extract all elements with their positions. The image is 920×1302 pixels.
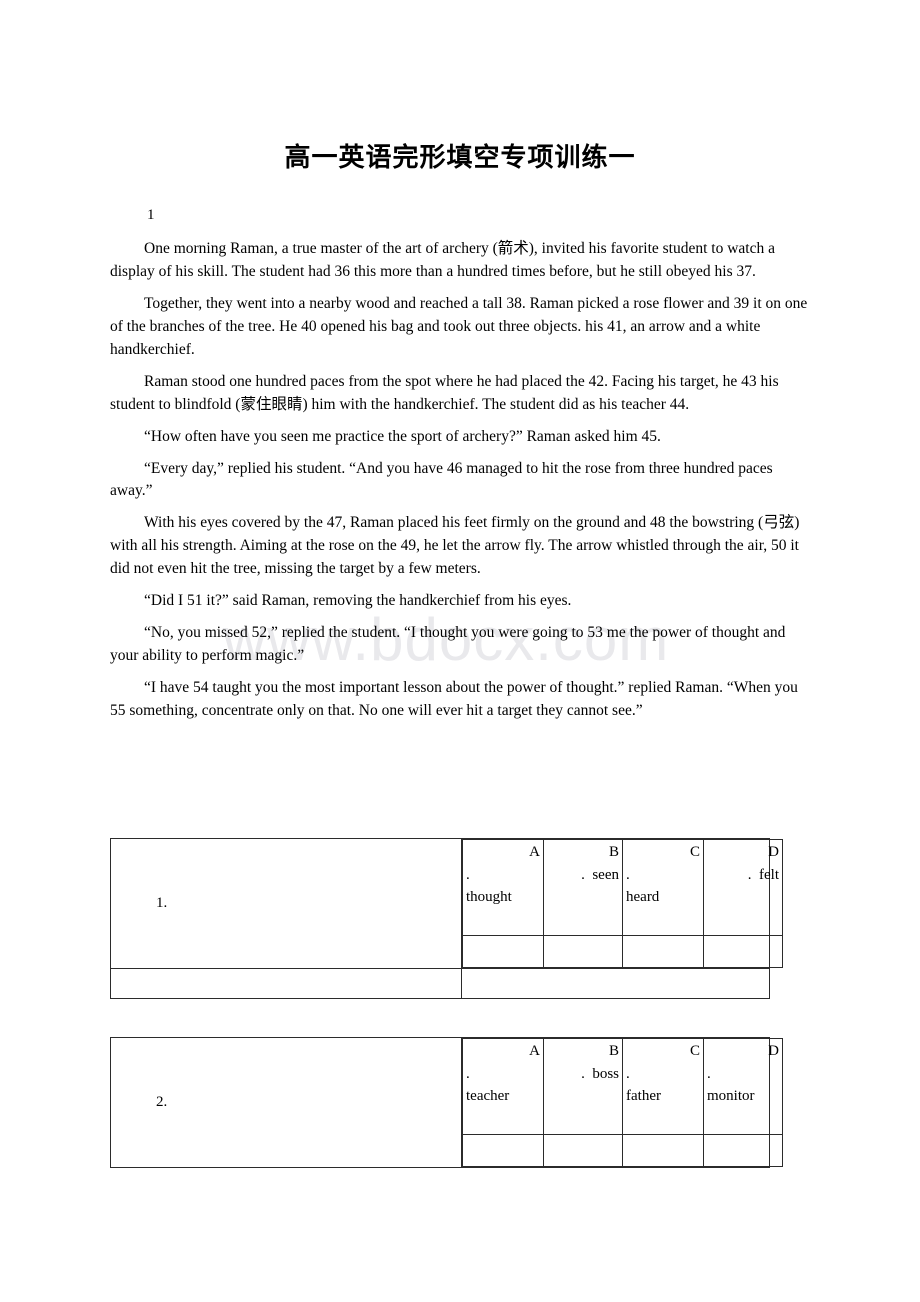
- document-page: www.bdocx.com 高一英语完形填空专项训练一 1 One mornin…: [0, 0, 920, 1302]
- paragraph: “No, you missed 52,” replied the student…: [110, 624, 786, 665]
- question-number-cell: 2.: [110, 1037, 462, 1168]
- option-b-dot: .: [581, 1065, 585, 1082]
- option-b-cell[interactable]: B . boss: [543, 1038, 623, 1135]
- answer-row: [462, 1134, 783, 1167]
- options-table: A . thought B . seen C . heard D . felt: [462, 839, 783, 968]
- option-c-dot: .: [626, 866, 630, 883]
- option-d-letter: D: [768, 1043, 779, 1059]
- option-a-text: thought: [466, 889, 512, 905]
- table-row: 1. A . thought B . seen C . heard D . fe…: [110, 838, 783, 969]
- answer-cell-c[interactable]: [622, 935, 704, 968]
- answer-cell-b[interactable]: [543, 935, 623, 968]
- answer-cell-a[interactable]: [462, 1134, 544, 1167]
- options-cell: A . teacher B . boss C . father D . moni…: [461, 1037, 783, 1168]
- option-c-cell[interactable]: C . heard: [622, 839, 704, 936]
- paragraph: Raman stood one hundred paces from the s…: [110, 372, 779, 413]
- option-c-letter: C: [689, 1043, 700, 1059]
- answer-cell-a[interactable]: [462, 935, 544, 968]
- footer-cell-right: [461, 968, 770, 999]
- answer-cell-d[interactable]: [703, 1134, 783, 1167]
- option-b-letter: B: [608, 844, 619, 860]
- option-c-text: father: [626, 1088, 661, 1104]
- option-a-cell[interactable]: A . thought: [462, 839, 544, 936]
- option-c-text: heard: [626, 889, 660, 905]
- option-a-letter: A: [529, 1043, 540, 1059]
- table-row: 2. A . teacher B . boss C . father D . m…: [110, 1037, 783, 1168]
- answer-cell-c[interactable]: [622, 1134, 704, 1167]
- question-table-1: 1. A . thought B . seen C . heard D . fe…: [110, 838, 783, 999]
- section-number: 1: [147, 207, 155, 223]
- option-d-cell[interactable]: D . felt: [703, 839, 783, 936]
- option-b-cell[interactable]: B . seen: [543, 839, 623, 936]
- option-a-dot: .: [466, 866, 470, 883]
- options-row: A . thought B . seen C . heard D . felt: [462, 839, 783, 936]
- answer-cell-b[interactable]: [543, 1134, 623, 1167]
- options-cell: A . thought B . seen C . heard D . felt: [461, 838, 783, 969]
- option-a-cell[interactable]: A . teacher: [462, 1038, 544, 1135]
- option-d-dot: .: [747, 866, 752, 883]
- option-d-dot: .: [707, 1065, 711, 1082]
- paragraph: One morning Raman, a true master of the …: [110, 240, 775, 280]
- passage-body: One morning Raman, a true master of the …: [110, 238, 810, 732]
- option-b-text-line: . seen: [547, 864, 619, 887]
- footer-cell-left: [110, 968, 462, 999]
- option-b-letter: B: [608, 1043, 619, 1059]
- option-c-cell[interactable]: C . father: [622, 1038, 704, 1135]
- question-number-cell: 1.: [110, 838, 462, 969]
- option-d-text: monitor: [707, 1088, 755, 1104]
- answer-row: [462, 935, 783, 968]
- option-b-text: seen: [592, 866, 619, 883]
- option-a-dot: .: [466, 1065, 470, 1082]
- question-table-2: 2. A . teacher B . boss C . father D . m…: [110, 1037, 783, 1168]
- option-c-dot: .: [626, 1065, 630, 1082]
- paragraph: With his eyes covered by the 47, Raman p…: [110, 514, 800, 578]
- option-d-text: felt: [759, 866, 779, 883]
- option-b-text-line: . boss: [547, 1063, 619, 1086]
- option-d-letter: D: [768, 844, 779, 860]
- option-b-text: boss: [592, 1065, 619, 1082]
- paragraph: “How often have you seen me practice the…: [144, 427, 661, 445]
- option-a-letter: A: [529, 844, 540, 860]
- table-footer-row: [110, 968, 770, 999]
- options-row: A . teacher B . boss C . father D . moni…: [462, 1038, 783, 1135]
- option-a-text: teacher: [466, 1088, 510, 1104]
- paragraph: “I have 54 taught you the most important…: [110, 679, 798, 719]
- option-d-text-line: . felt: [707, 864, 779, 887]
- option-c-letter: C: [689, 844, 700, 860]
- paragraph: “Every day,” replied his student. “And y…: [110, 459, 773, 500]
- options-table: A . teacher B . boss C . father D . moni…: [462, 1038, 783, 1167]
- paragraph: “Did I 51 it?” said Raman, removing the …: [144, 592, 572, 610]
- option-b-dot: .: [581, 866, 585, 883]
- option-d-cell[interactable]: D . monitor: [703, 1038, 783, 1135]
- paragraph: Together, they went into a nearby wood a…: [110, 294, 808, 358]
- page-title: 高一英语完形填空专项训练一: [284, 143, 636, 172]
- answer-cell-d[interactable]: [703, 935, 783, 968]
